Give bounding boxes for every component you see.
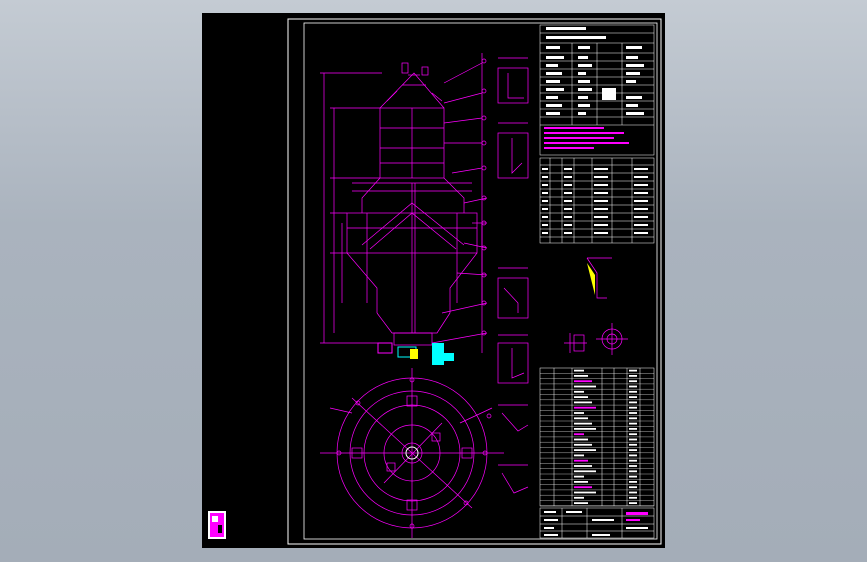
parts-row-qty-mark — [629, 428, 637, 430]
parts-row-qty-mark — [629, 475, 637, 478]
parts-row-qty-mark — [629, 459, 637, 462]
detail-views — [497, 57, 628, 494]
parts-row-qty-mark — [629, 491, 637, 494]
parts-row-text-mark — [574, 475, 584, 478]
parts-row-text-mark — [574, 465, 592, 467]
parts-row-qty-mark — [629, 406, 637, 409]
parts-row-qty-mark — [629, 465, 637, 467]
vessel-plan-view — [320, 368, 504, 538]
technical-requirements-notes — [544, 127, 629, 149]
parts-row-text-mark — [574, 433, 584, 436]
parts-row-text-mark — [574, 396, 588, 398]
parts-row-qty-mark — [629, 502, 637, 504]
parts-row-qty-mark — [629, 433, 637, 436]
parts-row-text-mark — [574, 491, 596, 494]
parts-row-qty-mark — [629, 496, 637, 499]
parts-row-text-mark — [574, 406, 596, 409]
parts-row-text-mark — [574, 380, 592, 383]
table-text-marks — [546, 27, 644, 115]
layout-thumbnail — [208, 511, 226, 539]
engineering-drawing — [202, 13, 665, 548]
vessel-elevation-view — [320, 53, 488, 353]
parts-row-text-mark — [574, 502, 588, 504]
parts-row-qty-mark — [629, 390, 637, 393]
parts-row-text-mark — [574, 443, 592, 446]
parts-row-qty-mark — [629, 417, 637, 420]
parts-row-qty-mark — [629, 385, 637, 388]
title-block-accent — [626, 512, 648, 521]
parts-row-text-mark — [574, 428, 596, 430]
parts-row-text-mark — [574, 470, 596, 473]
drawing-outer-frame — [202, 13, 665, 548]
parts-row-text-mark — [574, 375, 588, 377]
parts-row-qty-mark — [629, 443, 637, 446]
parts-row-qty-mark — [629, 380, 637, 383]
parts-row-qty-mark — [629, 438, 637, 441]
parts-row-text-mark — [574, 412, 584, 414]
parts-row-text-mark — [574, 401, 592, 404]
parts-row-text-mark — [574, 496, 584, 499]
parts-list-rows — [540, 369, 654, 506]
parts-row-text-mark — [574, 449, 596, 451]
parts-row-text-mark — [574, 385, 596, 388]
bottom-outlet-fitting — [377, 342, 454, 365]
parts-row-text-mark — [574, 454, 584, 457]
parts-row-qty-mark — [629, 422, 637, 425]
parts-row-text-mark — [574, 390, 584, 393]
parts-row-text-mark — [574, 438, 588, 441]
parts-row-qty-mark — [629, 454, 637, 457]
parts-row-text-mark — [574, 369, 584, 372]
parts-row-text-mark — [574, 417, 588, 420]
parts-row-qty-mark — [629, 481, 637, 483]
parts-row-qty-mark — [629, 470, 637, 473]
drawing-inner-border — [303, 22, 658, 540]
parts-row-qty-mark — [629, 412, 637, 414]
parts-row-text-mark — [574, 422, 592, 425]
parts-row-qty-mark — [629, 369, 637, 372]
parts-row-text-mark — [574, 481, 588, 483]
parts-row-qty-mark — [629, 401, 637, 404]
cad-viewport[interactable] — [202, 13, 665, 548]
parts-row-qty-mark — [629, 486, 637, 489]
parts-row-text-mark — [574, 459, 588, 462]
parts-row-qty-mark — [629, 375, 637, 377]
parts-row-qty-mark — [629, 396, 637, 398]
parts-row-text-mark — [574, 486, 592, 489]
parts-row-qty-mark — [629, 449, 637, 451]
